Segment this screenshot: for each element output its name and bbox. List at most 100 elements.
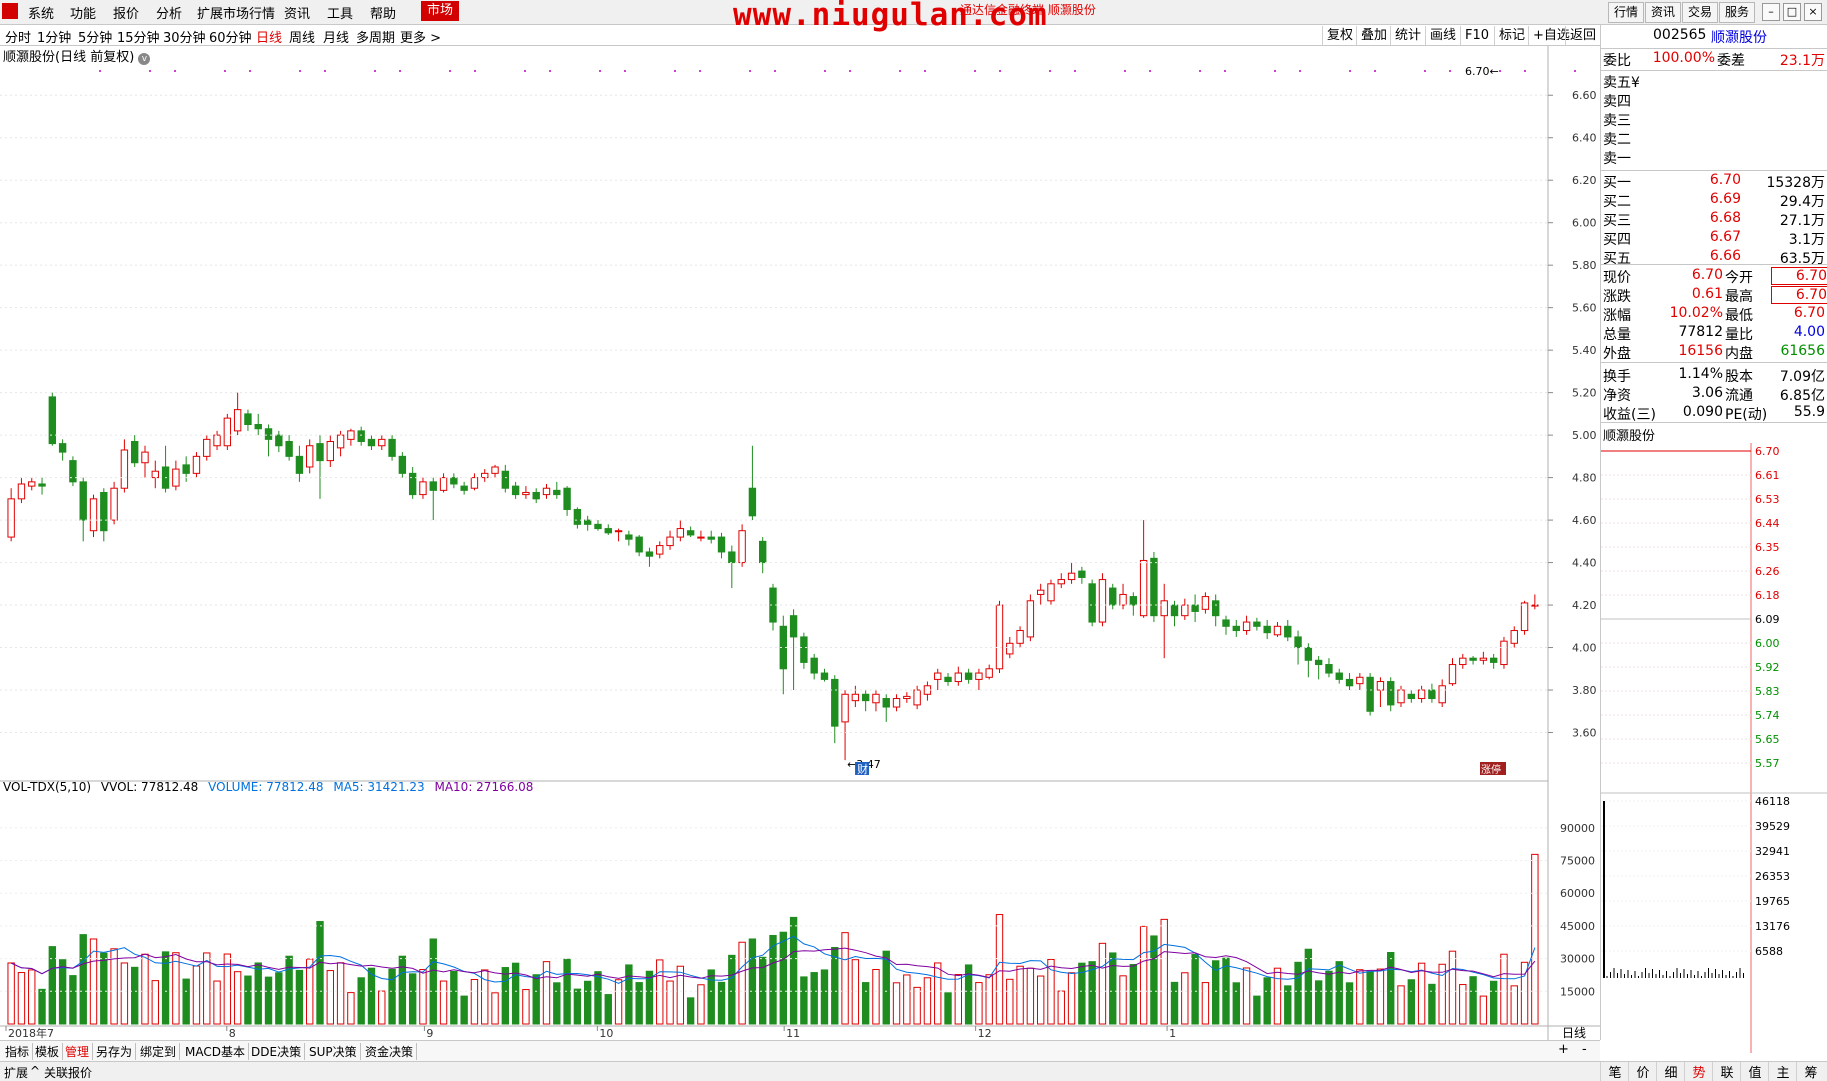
volume-bar[interactable] — [1387, 951, 1395, 1025]
volume-bar[interactable] — [275, 972, 283, 1025]
volume-bar[interactable] — [460, 995, 468, 1025]
volume-bar[interactable] — [203, 952, 211, 1025]
candle-body[interactable] — [1150, 557, 1158, 617]
menu-item-help[interactable]: 帮助 — [370, 3, 396, 22]
tab-manage[interactable]: 管理 — [62, 1043, 94, 1060]
volume-bar[interactable] — [1314, 980, 1323, 1025]
candle-body[interactable] — [130, 440, 139, 464]
candle-body[interactable] — [481, 472, 489, 479]
candle-body[interactable] — [223, 417, 232, 447]
volume-bar[interactable] — [923, 977, 932, 1025]
candle-body[interactable] — [1314, 659, 1323, 666]
candle-body[interactable] — [872, 693, 880, 704]
volume-bar[interactable] — [1088, 961, 1096, 1025]
candle-body[interactable] — [1366, 676, 1374, 712]
volume-bar[interactable] — [1459, 984, 1467, 1025]
candle-body[interactable] — [1489, 657, 1498, 663]
volume-bar[interactable] — [820, 969, 829, 1025]
candle-body[interactable] — [1479, 657, 1488, 661]
menu-item-system[interactable]: 系统 — [28, 3, 54, 22]
volume-bar[interactable] — [1067, 972, 1076, 1025]
volume-bar[interactable] — [1489, 980, 1498, 1025]
volume-bar[interactable] — [501, 967, 510, 1025]
volume-bar[interactable] — [553, 982, 561, 1025]
candle-body[interactable] — [7, 498, 15, 538]
candle-body[interactable] — [583, 519, 592, 525]
mini-tab[interactable]: 细 — [1656, 1062, 1685, 1081]
minimize-icon[interactable]: – — [1762, 3, 1780, 21]
volume-bar[interactable] — [1345, 982, 1354, 1025]
candle-body[interactable] — [841, 693, 849, 723]
candle-body[interactable] — [604, 528, 612, 534]
period-60min[interactable]: 60分钟 — [209, 27, 252, 46]
candle-body[interactable] — [1181, 604, 1189, 617]
volume-bar[interactable] — [1325, 970, 1333, 1025]
candle-body[interactable] — [17, 483, 26, 500]
candle-body[interactable] — [326, 440, 334, 462]
candle-body[interactable] — [1273, 625, 1282, 636]
volume-bar[interactable] — [851, 959, 860, 1025]
candle-body[interactable] — [594, 523, 602, 530]
candle-body[interactable] — [944, 676, 952, 683]
candle-body[interactable] — [306, 445, 314, 468]
volume-bar[interactable] — [1273, 967, 1282, 1025]
candle-body[interactable] — [717, 536, 726, 553]
tab-macd[interactable]: MACD基本 — [182, 1043, 249, 1060]
candle-body[interactable] — [58, 443, 67, 453]
volume-bar[interactable] — [100, 952, 108, 1025]
tab-indicator[interactable]: 指标 — [2, 1043, 34, 1060]
volume-bar[interactable] — [625, 964, 633, 1025]
volume-bar[interactable] — [182, 978, 190, 1025]
candle-body[interactable] — [398, 455, 407, 474]
volume-bar[interactable] — [522, 989, 530, 1025]
tab-bind-to[interactable]: 绑定到 — [137, 1043, 181, 1060]
candle-body[interactable] — [656, 545, 664, 555]
menu-item-news[interactable]: 资讯 — [284, 3, 310, 22]
volume-bar[interactable] — [913, 986, 921, 1025]
volume-bar[interactable] — [285, 955, 293, 1025]
candle-body[interactable] — [882, 698, 890, 708]
volume-bar[interactable] — [1469, 976, 1477, 1025]
candle-body[interactable] — [645, 551, 654, 557]
candle-body[interactable] — [831, 678, 839, 727]
candle-body[interactable] — [491, 466, 499, 474]
candle-body[interactable] — [1078, 570, 1086, 578]
candle-body[interactable] — [367, 438, 376, 447]
candle-body[interactable] — [861, 693, 870, 702]
volume-bar[interactable] — [1294, 961, 1302, 1025]
candle-body[interactable] — [89, 498, 98, 532]
candle-body[interactable] — [1325, 664, 1333, 674]
candle-body[interactable] — [789, 615, 798, 638]
volume-bar[interactable] — [1366, 971, 1374, 1025]
candle-body[interactable] — [1263, 625, 1271, 634]
volume-bar[interactable] — [573, 988, 582, 1025]
candle-body[interactable] — [151, 470, 159, 479]
menu-item-tools[interactable]: 工具 — [327, 3, 353, 22]
tab-dde[interactable]: DDE决策 — [248, 1043, 306, 1060]
volume-bar[interactable] — [604, 994, 612, 1025]
candle-body[interactable] — [892, 698, 901, 708]
volume-bar[interactable] — [1036, 975, 1045, 1025]
candle-body[interactable] — [1520, 602, 1529, 632]
toolbar-f10[interactable]: F10 — [1460, 26, 1493, 45]
candle-body[interactable] — [1500, 640, 1508, 666]
candle-body[interactable] — [244, 413, 252, 425]
volume-bar[interactable] — [1016, 965, 1024, 1025]
candle-body[interactable] — [707, 536, 715, 540]
volume-indicator-name[interactable]: VOL-TDX(5,10) — [3, 780, 91, 794]
candle-body[interactable] — [38, 483, 46, 487]
candle-body[interactable] — [625, 534, 633, 540]
period-1min[interactable]: 1分钟 — [37, 27, 71, 46]
period-more[interactable]: 更多 > — [400, 27, 441, 46]
candle-body[interactable] — [1109, 587, 1117, 606]
candle-body[interactable] — [419, 481, 427, 496]
volume-bar[interactable] — [1407, 979, 1416, 1025]
candle-body[interactable] — [532, 491, 540, 500]
volume-bar[interactable] — [532, 974, 540, 1025]
candle-body[interactable] — [285, 440, 293, 457]
candle-body[interactable] — [1253, 621, 1261, 627]
volume-bar[interactable] — [398, 955, 407, 1025]
mini-tab[interactable]: 价 — [1628, 1062, 1657, 1081]
candle-body[interactable] — [429, 481, 437, 491]
candle-body[interactable] — [336, 434, 345, 449]
